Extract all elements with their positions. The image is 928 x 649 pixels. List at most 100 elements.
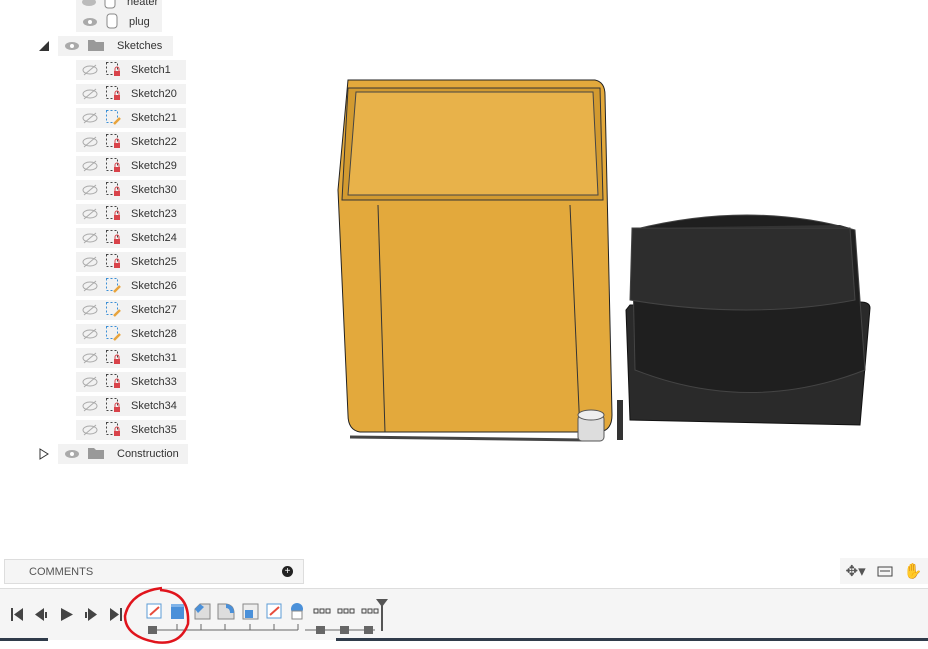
eye-hidden-icon[interactable] <box>81 376 99 388</box>
sketch-item[interactable]: Sketch20 <box>76 84 186 104</box>
sketch-locked-icon <box>105 349 121 368</box>
timeline <box>0 586 928 644</box>
sketch-locked-icon <box>105 205 121 224</box>
eye-icon[interactable] <box>63 40 81 52</box>
chamfer-feature-icon[interactable] <box>194 603 211 620</box>
black-heater-body <box>625 214 871 426</box>
body-item-plug[interactable]: plug <box>76 12 162 32</box>
comments-panel[interactable]: COMMENTS + <box>4 559 304 584</box>
folder-icon <box>87 38 105 55</box>
sketch-locked-icon <box>105 157 121 176</box>
sketch-item[interactable]: Sketch35 <box>76 420 186 440</box>
sketch-edit-icon <box>105 277 121 296</box>
sketch-item[interactable]: Sketch28 <box>76 324 186 344</box>
sketch-locked-icon <box>105 229 121 248</box>
look-at-icon[interactable] <box>877 563 893 580</box>
collapse-triangle-icon[interactable] <box>38 40 50 52</box>
sketch-item[interactable]: Sketch26 <box>76 276 186 296</box>
sketch-label: Sketch23 <box>131 208 177 220</box>
navigation-toolbar: ✥▾ ✋ <box>840 558 928 584</box>
eye-hidden-icon[interactable] <box>81 256 99 268</box>
sketch-edit-icon <box>105 301 121 320</box>
group-marker[interactable] <box>313 608 379 614</box>
sketch-label: Sketch25 <box>131 256 177 268</box>
body-label: plug <box>129 16 150 28</box>
sketch-item[interactable]: Sketch30 <box>76 180 186 200</box>
eye-hidden-icon[interactable] <box>81 232 99 244</box>
folder-label: Construction <box>117 448 179 460</box>
sketch-label: Sketch29 <box>131 160 177 172</box>
eye-icon[interactable] <box>81 0 97 8</box>
sketch-edit-icon <box>105 109 121 128</box>
sketch-locked-icon <box>105 397 121 416</box>
body-item-heater[interactable]: heater <box>76 0 162 12</box>
sketch-item[interactable]: Sketch21 <box>76 108 186 128</box>
sketch-label: Sketch1 <box>131 64 171 76</box>
step-back-button[interactable] <box>35 608 47 621</box>
fillet-feature-icon[interactable] <box>217 603 235 620</box>
shell-feature-icon[interactable] <box>242 603 259 620</box>
timeline-marker[interactable] <box>376 599 388 631</box>
folder-construction[interactable]: Construction <box>58 444 188 464</box>
sketch-label: Sketch31 <box>131 352 177 364</box>
folder-sketches[interactable]: Sketches <box>58 36 173 56</box>
pan-icon[interactable]: ✋ <box>904 562 923 580</box>
sketch-item[interactable]: Sketch29 <box>76 156 186 176</box>
sketch-item[interactable]: Sketch33 <box>76 372 186 392</box>
sketch-item[interactable]: Sketch24 <box>76 228 186 248</box>
sketch-locked-icon <box>105 181 121 200</box>
eye-hidden-icon[interactable] <box>81 184 99 196</box>
sketch-label: Sketch26 <box>131 280 177 292</box>
eye-hidden-icon[interactable] <box>81 328 99 340</box>
sketch-label: Sketch33 <box>131 376 177 388</box>
sketch-edit-icon <box>105 325 121 344</box>
eye-hidden-icon[interactable] <box>81 352 99 364</box>
sketch-label: Sketch24 <box>131 232 177 244</box>
yellow-container-body <box>337 79 613 442</box>
sketch-item[interactable]: Sketch23 <box>76 204 186 224</box>
step-forward-button[interactable] <box>85 608 97 621</box>
red-circle-annotation <box>123 586 190 644</box>
3d-model-viewport[interactable] <box>330 70 890 450</box>
sketch-item[interactable]: Sketch31 <box>76 348 186 368</box>
add-comment-icon[interactable]: + <box>282 566 293 577</box>
sketch-label: Sketch35 <box>131 424 177 436</box>
eye-hidden-icon[interactable] <box>81 88 99 100</box>
eye-hidden-icon[interactable] <box>81 304 99 316</box>
folder-icon <box>87 446 105 463</box>
sketch-label: Sketch20 <box>131 88 177 100</box>
sketch-locked-icon <box>105 373 121 392</box>
orbit-icon[interactable]: ✥▾ <box>846 562 866 580</box>
folder-label: Sketches <box>117 40 163 52</box>
sketch-item[interactable]: Sketch25 <box>76 252 186 272</box>
sketch-item[interactable]: Sketch34 <box>76 396 186 416</box>
eye-hidden-icon[interactable] <box>81 112 99 124</box>
sketch-label: Sketch22 <box>131 136 177 148</box>
eye-hidden-icon[interactable] <box>81 136 99 148</box>
go-to-start-button[interactable] <box>11 608 23 621</box>
sketch-item[interactable]: Sketch22 <box>76 132 186 152</box>
eye-hidden-icon[interactable] <box>81 208 99 220</box>
eye-icon[interactable] <box>81 16 99 28</box>
eye-icon[interactable] <box>63 448 81 460</box>
sketch-label: Sketch34 <box>131 400 177 412</box>
body-label: heater <box>127 0 159 8</box>
sketch-locked-icon <box>105 421 121 440</box>
sketch-locked-icon <box>105 253 121 272</box>
sketch-locked-icon <box>105 85 121 104</box>
eye-hidden-icon[interactable] <box>81 64 99 76</box>
eye-hidden-icon[interactable] <box>81 400 99 412</box>
sketch-label: Sketch30 <box>131 184 177 196</box>
sketch-label: Sketch27 <box>131 304 177 316</box>
eye-hidden-icon[interactable] <box>81 280 99 292</box>
eye-hidden-icon[interactable] <box>81 424 99 436</box>
sketch-item[interactable]: Sketch1 <box>76 60 186 80</box>
comments-label: COMMENTS <box>29 565 94 578</box>
sketch-feature-icon[interactable] <box>266 603 282 619</box>
sketch-label: Sketch28 <box>131 328 177 340</box>
play-button[interactable] <box>61 608 73 621</box>
eye-hidden-icon[interactable] <box>81 160 99 172</box>
expand-triangle-icon[interactable] <box>38 448 50 460</box>
combine-feature-icon[interactable] <box>291 603 303 620</box>
sketch-item[interactable]: Sketch27 <box>76 300 186 320</box>
